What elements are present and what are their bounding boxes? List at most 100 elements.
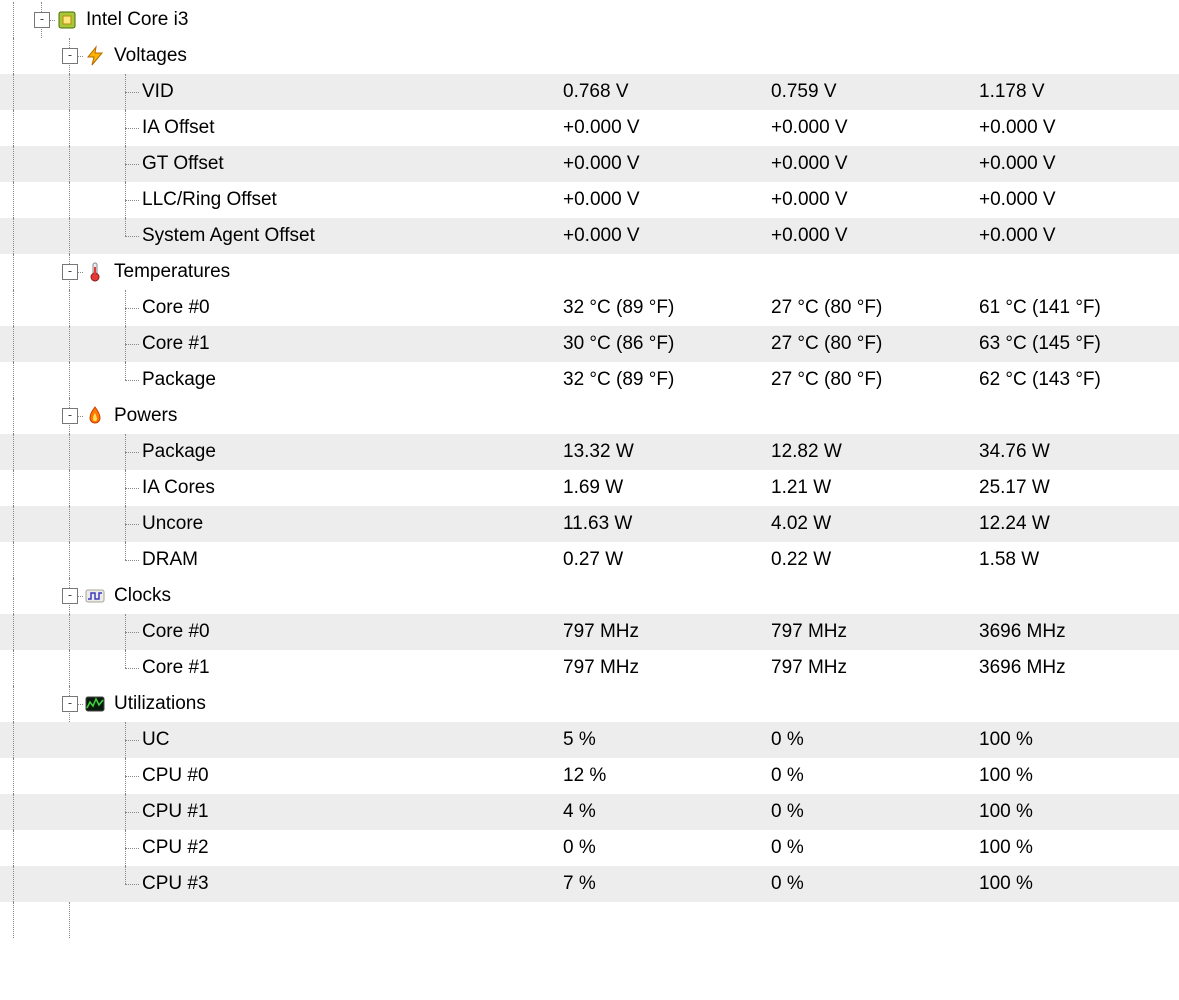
tree-section-powers[interactable]: - Powers [0, 398, 1179, 434]
sensor-name: Package [140, 441, 216, 463]
tree-toggle[interactable]: - [62, 588, 78, 604]
sensor-name: CPU #1 [140, 801, 209, 823]
sensor-row[interactable]: Core #1 30 °C (86 °F) 27 °C (80 °F) 63 °… [0, 326, 1179, 362]
sensor-value-max: 100 % [971, 801, 1179, 823]
sensor-row[interactable]: VID 0.768 V 0.759 V 1.178 V [0, 74, 1179, 110]
sensor-name: CPU #0 [140, 765, 209, 787]
sensor-value-max: +0.000 V [971, 225, 1179, 247]
sensor-value-max: 100 % [971, 837, 1179, 859]
sensor-value-min: 0.22 W [763, 549, 971, 571]
tree-toggle[interactable]: - [62, 696, 78, 712]
sensor-value-max: 3696 MHz [971, 621, 1179, 643]
sensor-value-max: +0.000 V [971, 117, 1179, 139]
sensor-value-current: 797 MHz [555, 621, 763, 643]
bolt-icon [84, 45, 106, 67]
sensor-value-min: +0.000 V [763, 117, 971, 139]
sensor-value-min: +0.000 V [763, 189, 971, 211]
sensor-value-max: 25.17 W [971, 477, 1179, 499]
sensor-value-max: 61 °C (141 °F) [971, 297, 1179, 319]
section-label: Clocks [112, 585, 171, 607]
sensor-value-max: 62 °C (143 °F) [971, 369, 1179, 391]
sensor-name: CPU #2 [140, 837, 209, 859]
sensor-row[interactable]: Core #0 32 °C (89 °F) 27 °C (80 °F) 61 °… [0, 290, 1179, 326]
sensor-value-current: 797 MHz [555, 657, 763, 679]
tree-section-temperatures[interactable]: - Temperatures [0, 254, 1179, 290]
sensor-name: Core #1 [140, 333, 210, 355]
sensor-row[interactable]: IA Cores 1.69 W 1.21 W 25.17 W [0, 470, 1179, 506]
sensor-value-current: +0.000 V [555, 117, 763, 139]
sensor-name: Core #0 [140, 621, 210, 643]
sensor-value-max: 63 °C (145 °F) [971, 333, 1179, 355]
sensor-value-max: 100 % [971, 765, 1179, 787]
thermo-icon [84, 261, 106, 283]
flame-icon [84, 405, 106, 427]
section-label: Utilizations [112, 693, 206, 715]
sensor-row[interactable]: Core #1 797 MHz 797 MHz 3696 MHz [0, 650, 1179, 686]
tree-section-utilizations[interactable]: - Utilizations [0, 686, 1179, 722]
tree-toggle[interactable]: - [62, 408, 78, 424]
sensor-row[interactable]: DRAM 0.27 W 0.22 W 1.58 W [0, 542, 1179, 578]
section-label: Voltages [112, 45, 187, 67]
tree-node-root[interactable]: - Intel Core i3 [0, 2, 1179, 38]
sensor-row[interactable]: CPU #2 0 % 0 % 100 % [0, 830, 1179, 866]
sensor-name: Core #0 [140, 297, 210, 319]
sensor-value-min: 0 % [763, 801, 971, 823]
sensor-row[interactable]: IA Offset +0.000 V +0.000 V +0.000 V [0, 110, 1179, 146]
sensor-name: IA Cores [140, 477, 215, 499]
sensor-row[interactable]: GT Offset +0.000 V +0.000 V +0.000 V [0, 146, 1179, 182]
sensor-value-current: 12 % [555, 765, 763, 787]
sensor-row[interactable]: Package 32 °C (89 °F) 27 °C (80 °F) 62 °… [0, 362, 1179, 398]
sensor-value-min: +0.000 V [763, 225, 971, 247]
sensor-value-min: 4.02 W [763, 513, 971, 535]
sensor-value-current: 0 % [555, 837, 763, 859]
sensor-row[interactable]: Uncore 11.63 W 4.02 W 12.24 W [0, 506, 1179, 542]
sensor-value-max: +0.000 V [971, 153, 1179, 175]
sensor-value-min: 27 °C (80 °F) [763, 297, 971, 319]
sensor-value-max: 34.76 W [971, 441, 1179, 463]
sensor-value-current: 32 °C (89 °F) [555, 297, 763, 319]
sensor-name: System Agent Offset [140, 225, 315, 247]
sensor-value-current: +0.000 V [555, 189, 763, 211]
sensor-value-max: 3696 MHz [971, 657, 1179, 679]
sensor-value-min: 797 MHz [763, 621, 971, 643]
sensor-row[interactable]: LLC/Ring Offset +0.000 V +0.000 V +0.000… [0, 182, 1179, 218]
sensor-value-current: 0.27 W [555, 549, 763, 571]
sensor-value-current: +0.000 V [555, 153, 763, 175]
util-icon [84, 693, 106, 715]
sensor-row[interactable]: CPU #0 12 % 0 % 100 % [0, 758, 1179, 794]
sensor-value-current: 30 °C (86 °F) [555, 333, 763, 355]
sensor-row[interactable]: CPU #1 4 % 0 % 100 % [0, 794, 1179, 830]
sensor-row[interactable]: UC 5 % 0 % 100 % [0, 722, 1179, 758]
sensor-value-min: 0 % [763, 729, 971, 751]
sensor-name: UC [140, 729, 169, 751]
sensor-value-min: 12.82 W [763, 441, 971, 463]
sensor-value-current: 5 % [555, 729, 763, 751]
sensor-value-min: 27 °C (80 °F) [763, 369, 971, 391]
sensor-name: GT Offset [140, 153, 224, 175]
sensor-value-max: 12.24 W [971, 513, 1179, 535]
root-label: Intel Core i3 [84, 9, 188, 31]
sensor-row[interactable]: Core #0 797 MHz 797 MHz 3696 MHz [0, 614, 1179, 650]
sensor-row[interactable]: CPU #3 7 % 0 % 100 % [0, 866, 1179, 902]
sensor-row[interactable]: System Agent Offset +0.000 V +0.000 V +0… [0, 218, 1179, 254]
sensor-name: Uncore [140, 513, 203, 535]
tree-section-clocks[interactable]: - Clocks [0, 578, 1179, 614]
chip-icon [56, 9, 78, 31]
sensor-value-min: 0 % [763, 837, 971, 859]
sensor-name: Core #1 [140, 657, 210, 679]
sensor-value-current: 1.69 W [555, 477, 763, 499]
sensor-value-max: 100 % [971, 873, 1179, 895]
sensor-value-current: +0.000 V [555, 225, 763, 247]
sensor-name: VID [140, 81, 174, 103]
tree-section-voltages[interactable]: - Voltages [0, 38, 1179, 74]
sensor-value-current: 32 °C (89 °F) [555, 369, 763, 391]
tree-toggle[interactable]: - [34, 12, 50, 28]
tree-toggle[interactable]: - [62, 48, 78, 64]
tree-toggle[interactable]: - [62, 264, 78, 280]
sensor-value-max: 1.58 W [971, 549, 1179, 571]
sensor-value-min: 27 °C (80 °F) [763, 333, 971, 355]
sensor-name: Package [140, 369, 216, 391]
sensor-row[interactable]: Package 13.32 W 12.82 W 34.76 W [0, 434, 1179, 470]
sensor-value-current: 4 % [555, 801, 763, 823]
sensor-value-max: 1.178 V [971, 81, 1179, 103]
